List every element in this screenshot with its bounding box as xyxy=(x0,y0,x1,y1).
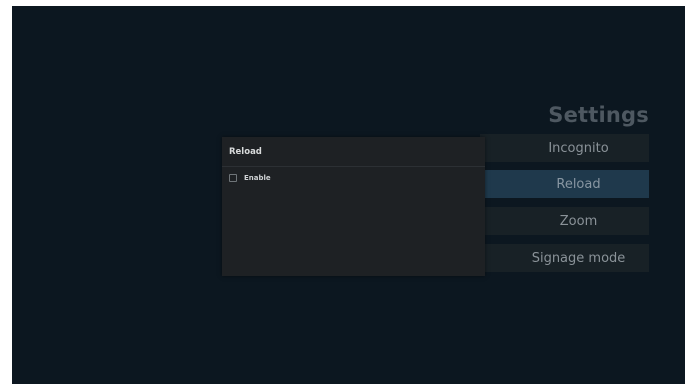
menu-item-label: Incognito xyxy=(548,140,609,156)
menu-item-incognito[interactable]: Incognito xyxy=(480,134,649,162)
menu-item-reload[interactable]: Reload xyxy=(480,170,649,198)
reload-dialog: Reload Enable xyxy=(222,137,485,276)
menu-item-signage-mode[interactable]: Signage mode xyxy=(480,244,649,272)
tv-screen: Settings Incognito Reload Zoom Signage m… xyxy=(12,6,685,384)
settings-title: Settings xyxy=(548,103,649,127)
menu-item-label: Zoom xyxy=(559,213,598,229)
enable-label: Enable xyxy=(244,174,271,182)
menu-item-zoom[interactable]: Zoom xyxy=(480,207,649,235)
menu-item-label: Reload xyxy=(556,176,601,192)
enable-checkbox[interactable] xyxy=(229,174,237,182)
enable-option[interactable]: Enable xyxy=(229,173,271,183)
menu-item-label: Signage mode xyxy=(531,250,626,266)
dialog-title: Reload xyxy=(229,147,262,157)
dialog-divider xyxy=(222,166,485,167)
